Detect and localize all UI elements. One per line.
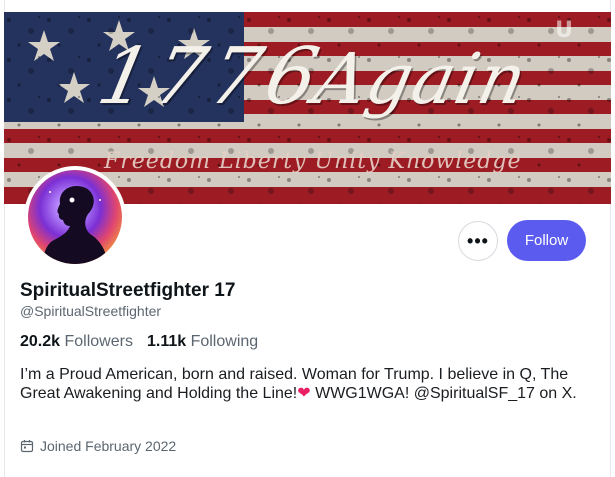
profile-stats: 20.2k Followers 1.11k Following [20, 333, 258, 351]
user-handle: @SpiritualStreetfighter [20, 303, 162, 319]
follow-button[interactable]: Follow [507, 220, 586, 261]
join-date: Joined February 2022 [20, 438, 176, 454]
banner-title: 1776Again [90, 32, 535, 122]
heart-icon: ❤ [297, 385, 311, 402]
display-name: SpiritualStreetfighter 17 [20, 280, 236, 301]
banner-title-number: 1776 [90, 32, 333, 122]
followers-label: Followers [64, 333, 133, 350]
silhouette-icon [28, 170, 122, 264]
more-options-icon: ••• [467, 230, 489, 251]
bio-text-end: WWG1WGA! @SpiritualSF_17 on X. [310, 385, 577, 402]
profile-bio: I’m a Proud American, born and raised. W… [20, 365, 600, 403]
avatar-image [28, 170, 122, 264]
banner-watermark: U [555, 18, 573, 43]
calendar-icon [20, 440, 34, 453]
banner-title-word: Again [307, 38, 535, 120]
followers-count: 20.2k [20, 333, 61, 350]
following-link[interactable]: 1.11k Following [147, 333, 258, 351]
following-count: 1.11k [146, 333, 187, 350]
banner-subtitle: Freedom Liberty Unity Knowledge [104, 149, 522, 174]
followers-link[interactable]: 20.2k Followers [20, 333, 133, 351]
join-date-text: Joined February 2022 [40, 438, 177, 454]
following-label: Following [190, 333, 259, 350]
more-options-button[interactable]: ••• [458, 221, 498, 261]
avatar[interactable] [24, 166, 126, 268]
